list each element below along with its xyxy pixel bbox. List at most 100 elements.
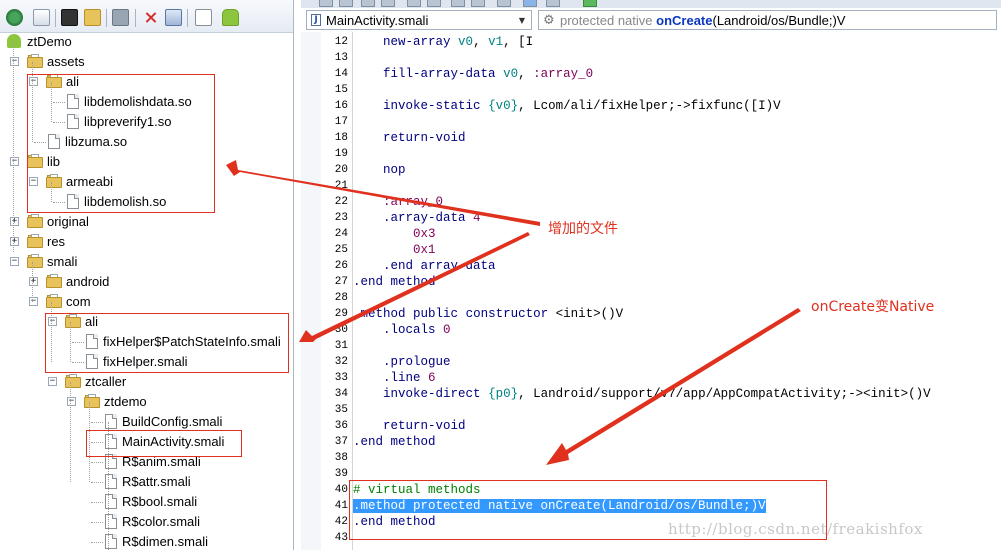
tree-item-label: original [47,214,89,229]
line-number: 14 [334,68,348,80]
search-folder-icon[interactable] [84,9,101,26]
toolbar-button[interactable] [407,0,421,7]
toolbar-separator [106,9,107,27]
code-line[interactable]: fill-array-data v0, :array_0 [353,66,593,82]
line-number: 15 [334,84,348,96]
folder-icon [27,214,43,228]
line-number: 20 [334,164,348,176]
code-line[interactable]: .end method [353,274,436,290]
bookmark-icon[interactable] [112,9,129,26]
code-line[interactable]: 0x1 [353,242,436,258]
toolbar-button[interactable] [361,0,375,7]
toolbar-button[interactable] [319,0,333,7]
annotation-oncreate-native: onCreate变Native [811,299,935,315]
code-line[interactable]: .method public constructor <init>()V [353,306,623,322]
rename-icon[interactable] [165,9,182,26]
line-number: 33 [334,372,348,384]
highlight-box-mainactivity [86,430,242,457]
folder-icon [27,54,43,68]
toolbar-button[interactable] [381,0,395,7]
tree-root-label: ztDemo [27,34,72,49]
collapse-icon[interactable]: − [29,297,38,306]
code-line[interactable]: .line 6 [353,370,436,386]
code-line[interactable]: invoke-static {v0}, Lcom/ali/fixHelper;-… [353,98,781,114]
code-line[interactable]: .prologue [353,354,451,370]
code-line[interactable]: :array_0 [353,194,443,210]
collapse-icon[interactable]: − [10,57,19,66]
tree-file-item[interactable]: R$attr.smali [0,472,293,492]
tree-folder-item[interactable]: − smali [0,252,293,272]
line-number: 21 [334,180,348,192]
code-line[interactable]: .locals 0 [353,322,451,338]
code-line[interactable]: 0x3 [353,226,436,242]
line-number: 34 [334,388,348,400]
collapse-icon[interactable]: − [10,157,19,166]
toolbar-button[interactable] [523,0,537,7]
code-line[interactable]: new-array v0, v1, [I [353,34,533,50]
tree-guide-line [13,42,14,252]
line-number: 27 [334,276,348,288]
toolbar-button[interactable] [546,0,560,7]
toolbar-button[interactable] [427,0,441,7]
tree-folder-item[interactable]: − assets [0,52,293,72]
tree-folder-item[interactable]: + original [0,212,293,232]
toolbar-button[interactable] [583,0,597,7]
code-line[interactable]: .end array-data [353,258,496,274]
collapse-icon[interactable]: − [67,397,76,406]
tree-file-item[interactable]: R$dimen.smali [0,532,293,550]
tree-connector [91,482,103,483]
line-number: 31 [334,340,348,352]
expand-icon[interactable]: + [29,277,38,286]
toolbar-button[interactable] [471,0,485,7]
line-number: 12 [334,36,348,48]
collapse-icon[interactable]: − [48,377,57,386]
tree-item-label: R$dimen.smali [122,534,208,549]
chevron-down-icon[interactable]: ▼ [519,16,525,25]
tree-folder-item[interactable]: − ztdemo [0,392,293,412]
code-line[interactable]: return-void [353,418,466,434]
file-icon [105,534,117,549]
code-line[interactable]: invoke-direct {p0}, Landroid/support/v7/… [353,386,931,402]
android-icon[interactable] [222,9,239,26]
refresh-icon[interactable] [6,9,23,26]
toolbar-button[interactable] [339,0,353,7]
tree-item-label: R$attr.smali [122,474,191,489]
collapse-icon[interactable]: − [10,257,19,266]
tree-file-item[interactable]: BuildConfig.smali [0,412,293,432]
tree-root[interactable]: ztDemo [0,32,293,52]
tree-file-item[interactable]: R$color.smali [0,512,293,532]
class-selector-dropdown[interactable]: J MainActivity.smali ▼ [306,10,532,30]
toolbar-button[interactable] [451,0,465,7]
text-file-icon[interactable] [195,9,212,26]
class-selector-value: MainActivity.smali [326,13,429,28]
code-line[interactable]: .end method [353,434,436,450]
tree-item-label: R$bool.smali [122,494,198,509]
method-selector-dropdown[interactable]: ⚙ protected native onCreate(Landroid/os/… [538,10,997,30]
tree-connector [91,422,103,423]
tree-folder-item[interactable]: − ztcaller [0,372,293,392]
line-number: 40 [334,484,348,496]
expand-icon[interactable]: + [10,217,19,226]
code-line[interactable]: return-void [353,130,466,146]
line-number: 42 [334,516,348,528]
code-line[interactable]: nop [353,162,406,178]
terminal-icon[interactable] [61,9,78,26]
expand-icon[interactable]: + [10,237,19,246]
tree-folder-item[interactable]: + res [0,232,293,252]
line-number: 43 [334,532,348,544]
android-icon [7,34,21,48]
export-icon[interactable] [33,9,50,26]
line-number: 17 [334,116,348,128]
tree-file-item[interactable]: R$bool.smali [0,492,293,512]
tree-folder-item[interactable]: − com [0,292,293,312]
editor-toolbar [301,0,1001,8]
folder-icon [27,234,43,248]
line-number: 23 [334,212,348,224]
toolbar-button[interactable] [497,0,511,7]
tree-folder-item[interactable]: + android [0,272,293,292]
line-number: 32 [334,356,348,368]
code-line[interactable]: .array-data 4 [353,210,481,226]
annotation-added-files: 增加的文件 [548,221,618,237]
tree-item-label: ztcaller [85,374,127,389]
delete-icon[interactable] [142,9,159,26]
